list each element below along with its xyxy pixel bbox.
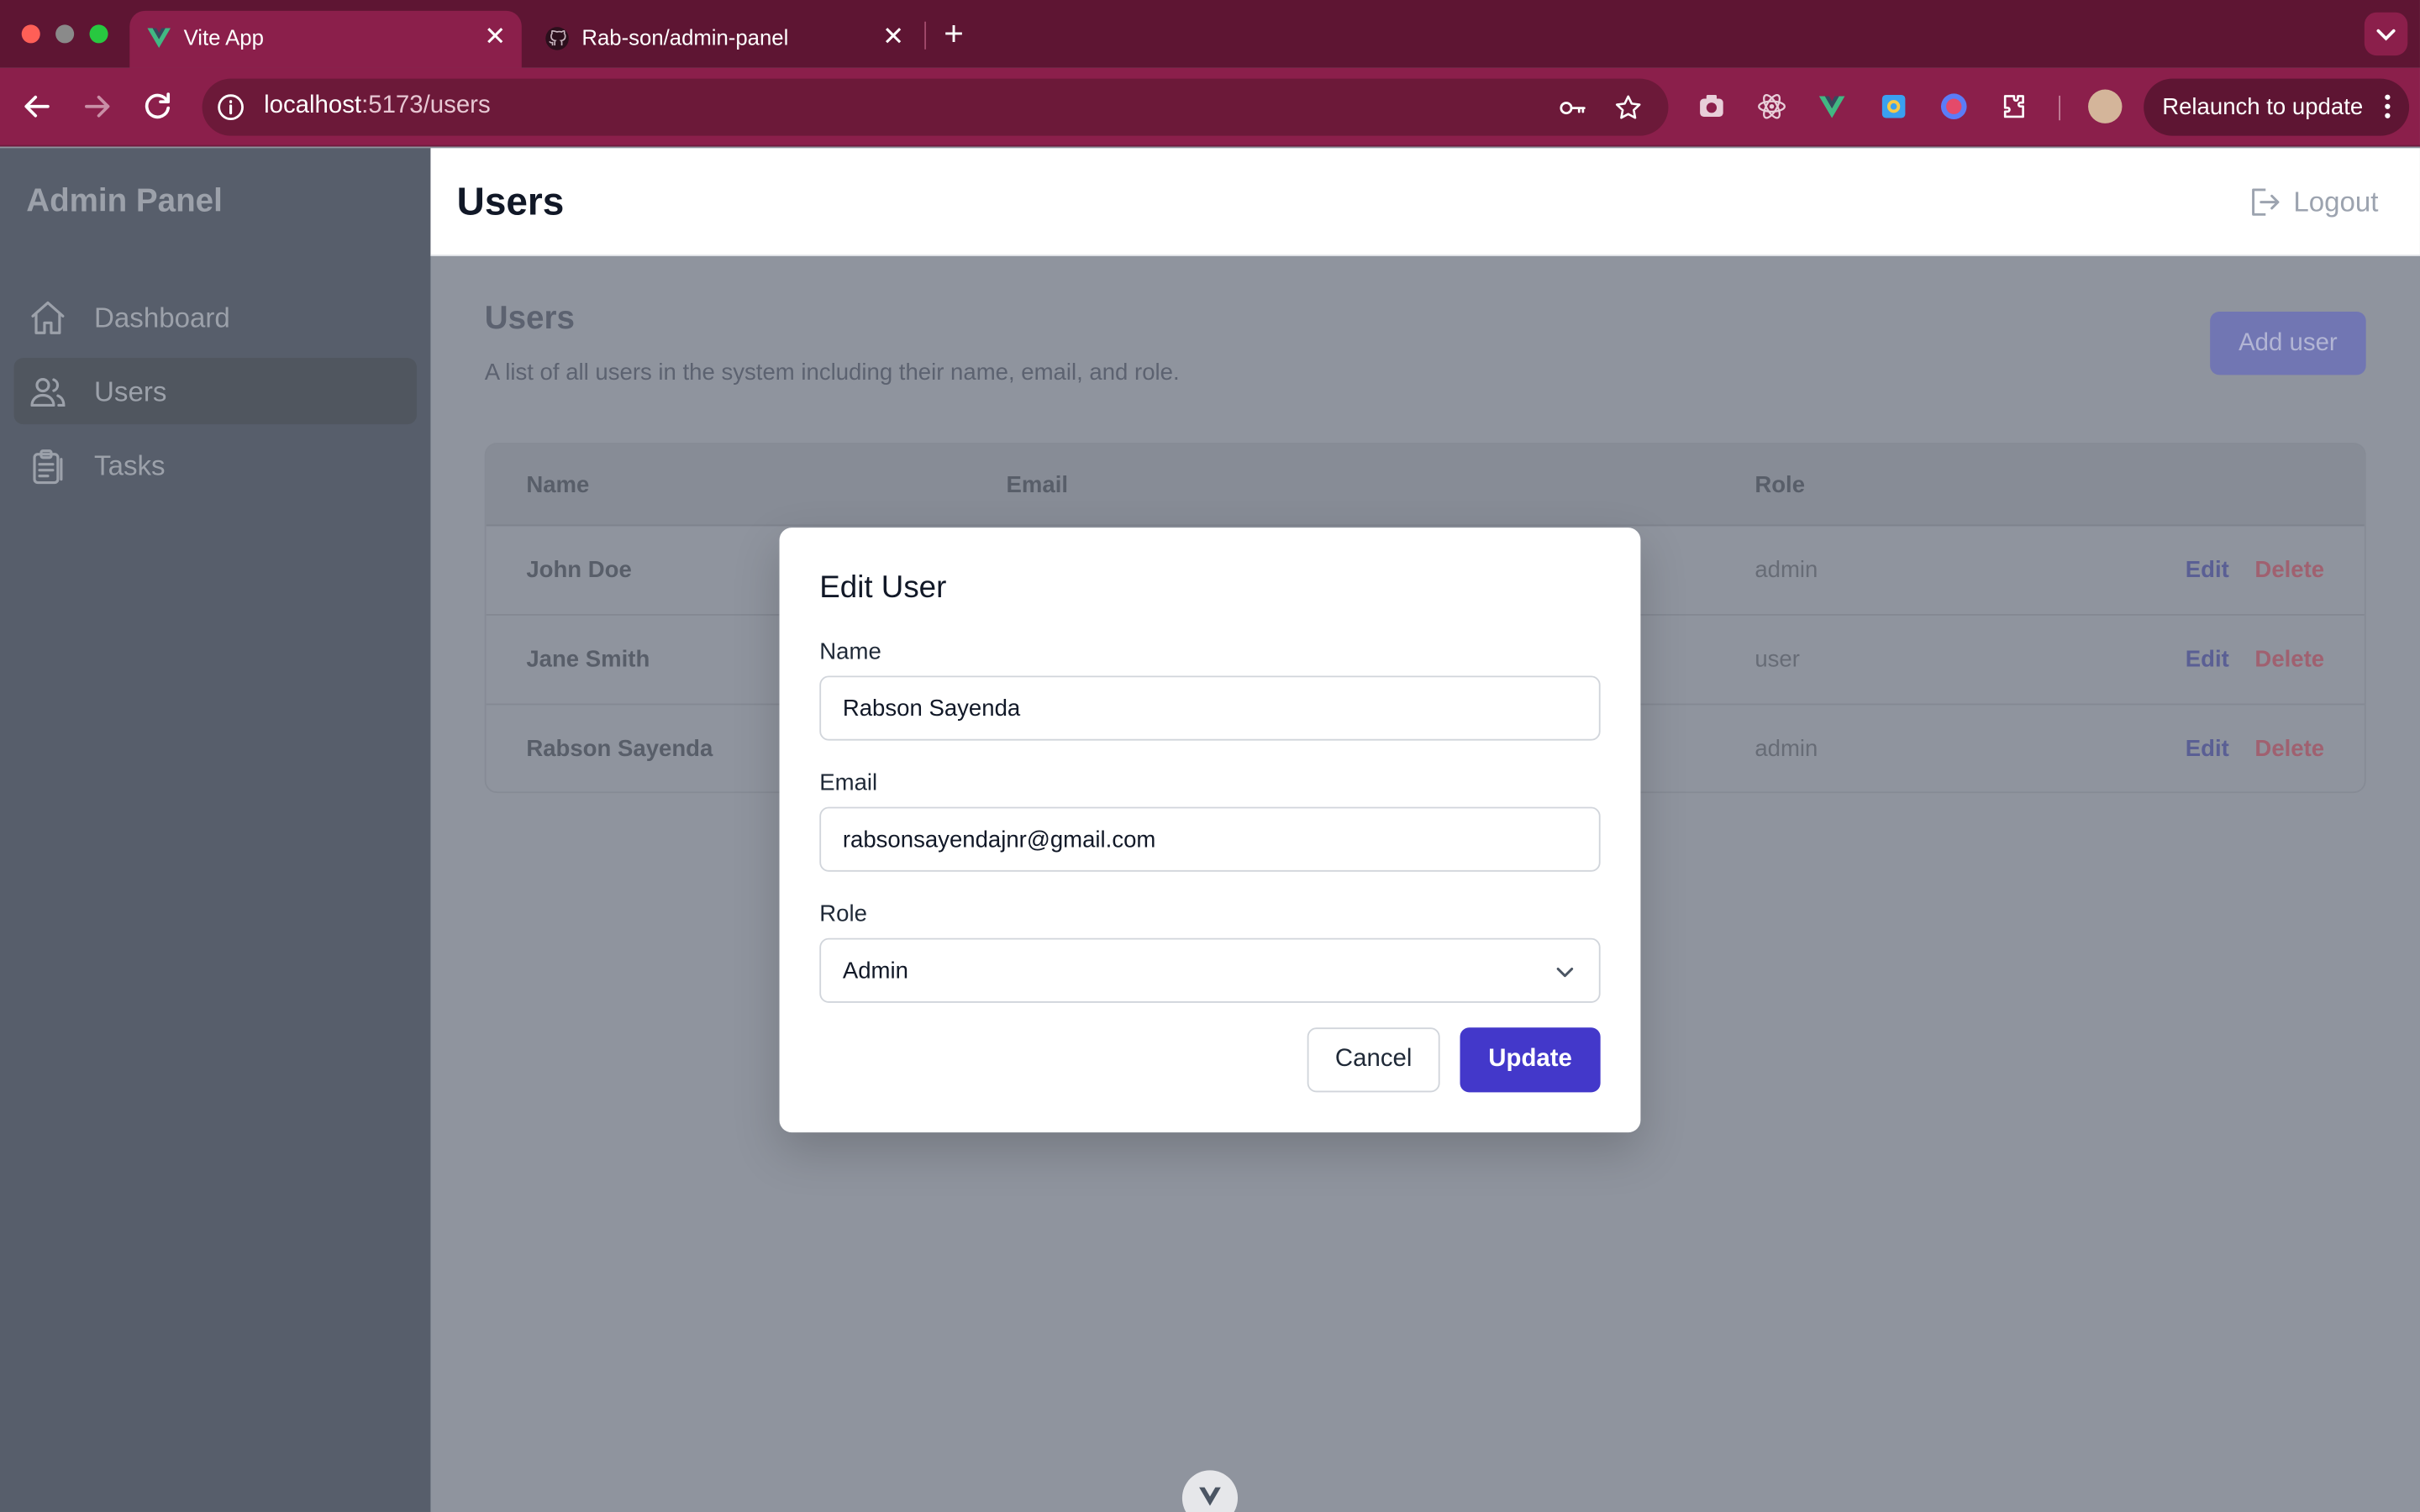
- section-description: A list of all users in the system includ…: [484, 359, 1180, 386]
- more-options-icon: [2385, 94, 2391, 118]
- name-label: Name: [819, 638, 881, 665]
- new-tab-button[interactable]: +: [939, 14, 970, 55]
- vue-logo-icon: [1199, 1487, 1221, 1506]
- sidebar-brand: Admin Panel: [26, 183, 223, 219]
- close-tab-icon[interactable]: ✕: [882, 22, 904, 53]
- reload-icon[interactable]: [139, 88, 176, 125]
- toolbar-divider: [2059, 95, 2060, 121]
- logout-icon: [2252, 188, 2280, 216]
- table-header: Name Email Role: [486, 444, 2365, 527]
- delete-user-link[interactable]: Delete: [2254, 647, 2324, 673]
- column-header-name: Name: [526, 472, 590, 499]
- sidebar-item-label: Users: [94, 376, 167, 407]
- browser-tab-vite-app[interactable]: Vite App ✕: [129, 10, 522, 68]
- browser-toolbar: localhost:5173/users Relaunch to update: [0, 67, 2420, 147]
- edit-user-modal: Edit User Name Email Role Admin Cancel U…: [779, 528, 1641, 1133]
- role-label: Role: [819, 900, 867, 927]
- sidebar-item-users[interactable]: Users: [13, 358, 417, 425]
- forward-arrow-icon[interactable]: [79, 88, 116, 125]
- tab-label: Rab-son/admin-panel: [581, 24, 789, 50]
- bookmark-star-icon[interactable]: [1612, 92, 1644, 123]
- user-name: Jane Smith: [526, 646, 650, 673]
- delete-user-link[interactable]: Delete: [2254, 557, 2324, 583]
- vue-devtools-floating-button[interactable]: [1181, 1470, 1239, 1512]
- close-tab-icon[interactable]: ✕: [484, 22, 506, 53]
- chevron-down-icon: [1556, 967, 1574, 978]
- role-select[interactable]: Admin: [819, 937, 1601, 1003]
- update-button[interactable]: Update: [1460, 1027, 1601, 1093]
- user-role: user: [1754, 646, 1800, 673]
- close-window-button[interactable]: [21, 24, 40, 44]
- minimize-window-button[interactable]: [55, 24, 75, 44]
- url-path: :5173/users: [361, 92, 491, 119]
- vue-devtools-icon[interactable]: [1817, 91, 1848, 122]
- browser-tab-github[interactable]: Rab-son/admin-panel ✕: [528, 11, 920, 68]
- column-header-email: Email: [1006, 472, 1069, 499]
- users-icon: [30, 378, 66, 407]
- logout-button[interactable]: Logout: [2245, 182, 2384, 225]
- relaunch-to-update-button[interactable]: Relaunch to update: [2144, 78, 2410, 136]
- site-info-icon[interactable]: [216, 92, 245, 122]
- vue-logo-icon: [147, 28, 171, 48]
- modal-title: Edit User: [819, 570, 947, 605]
- tab-divider: [924, 21, 927, 50]
- add-user-button[interactable]: Add user: [2210, 312, 2366, 375]
- sidebar: Admin Panel Dashboard Users Tasks: [0, 148, 431, 1512]
- section-title: Users: [484, 301, 575, 337]
- url-host: localhost: [264, 92, 362, 119]
- sidebar-item-label: Tasks: [94, 450, 166, 482]
- user-role: admin: [1754, 736, 1818, 763]
- page-title: Users: [456, 180, 565, 224]
- sidebar-item-tasks[interactable]: Tasks: [14, 432, 417, 498]
- maximize-window-button[interactable]: [89, 24, 108, 44]
- cancel-button[interactable]: Cancel: [1307, 1027, 1440, 1093]
- email-input[interactable]: [819, 806, 1601, 872]
- chevron-down-icon: [2376, 29, 2396, 41]
- clipboard-icon: [33, 449, 63, 485]
- sidebar-item-label: Dashboard: [94, 302, 230, 333]
- name-input[interactable]: [819, 675, 1601, 741]
- user-name: Rabson Sayenda: [526, 736, 713, 763]
- edit-user-link[interactable]: Edit: [2186, 647, 2229, 673]
- back-arrow-icon[interactable]: [18, 88, 55, 125]
- color-picker-extension-icon[interactable]: [1878, 91, 1909, 122]
- user-name: John Doe: [526, 557, 632, 584]
- relaunch-label: Relaunch to update: [2162, 94, 2364, 121]
- recorder-extension-icon[interactable]: [1939, 91, 1970, 122]
- delete-user-link[interactable]: Delete: [2254, 736, 2324, 762]
- screen: Vite App ✕ Rab-son/admin-panel ✕ + local…: [0, 0, 2420, 1512]
- home-icon: [31, 301, 65, 334]
- user-role: admin: [1754, 557, 1818, 584]
- tab-search-button[interactable]: [2364, 12, 2408, 56]
- edit-user-link[interactable]: Edit: [2186, 736, 2229, 762]
- role-select-value: Admin: [842, 958, 908, 984]
- edit-user-link[interactable]: Edit: [2186, 557, 2229, 583]
- browser-tab-strip: Vite App ✕ Rab-son/admin-panel ✕ +: [0, 0, 2420, 68]
- url-text: localhost:5173/users: [264, 92, 491, 120]
- email-label: Email: [819, 769, 878, 796]
- github-icon: [545, 27, 569, 50]
- address-bar[interactable]: localhost:5173/users: [202, 78, 1669, 136]
- column-header-role: Role: [1754, 472, 1806, 499]
- sidebar-item-dashboard[interactable]: Dashboard: [14, 284, 417, 350]
- key-icon[interactable]: [1557, 92, 1588, 123]
- screenshot-extension-icon[interactable]: [1697, 91, 1728, 122]
- tab-label: Vite App: [183, 24, 264, 50]
- extensions-puzzle-icon[interactable]: [1999, 91, 2030, 122]
- logout-label: Logout: [2293, 186, 2379, 218]
- profile-avatar[interactable]: [2088, 89, 2123, 123]
- page-header: Users Logout: [430, 148, 2420, 256]
- react-devtools-icon[interactable]: [1756, 91, 1787, 122]
